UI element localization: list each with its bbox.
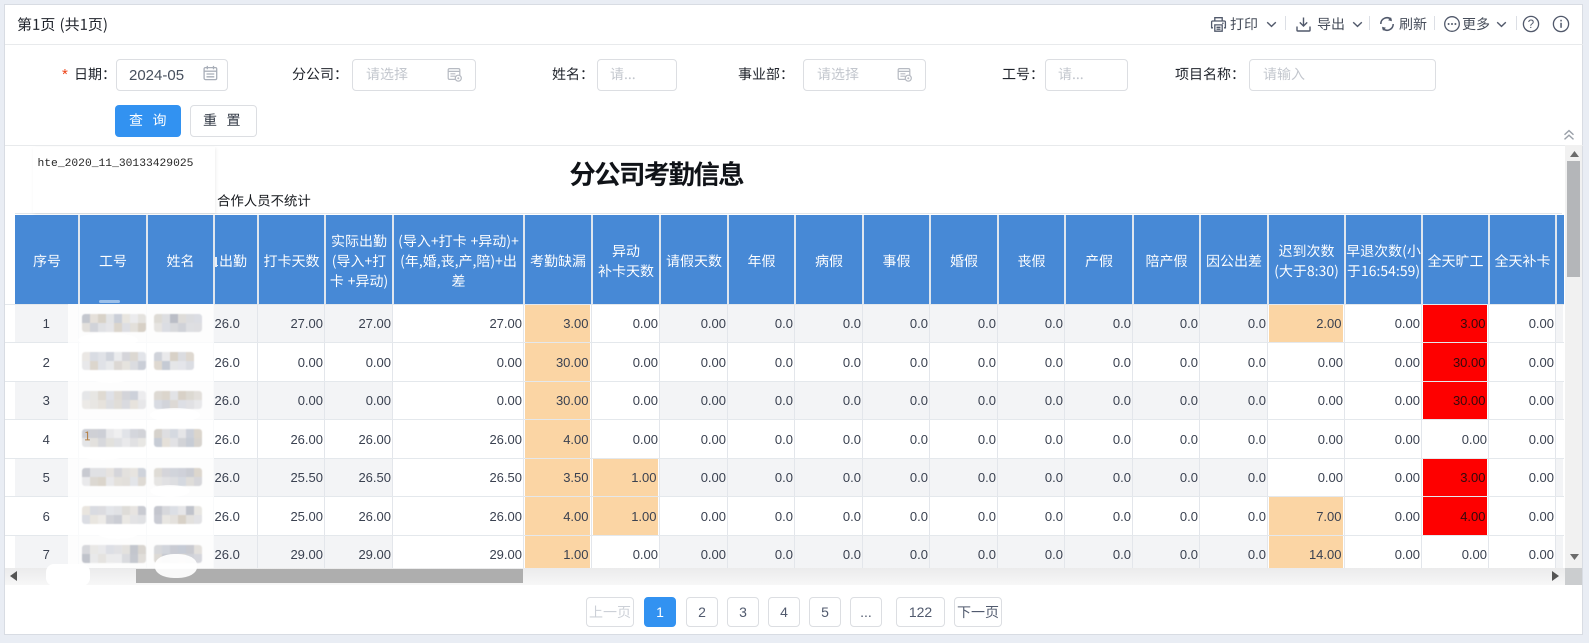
svg-text:?: ? <box>1528 19 1534 31</box>
